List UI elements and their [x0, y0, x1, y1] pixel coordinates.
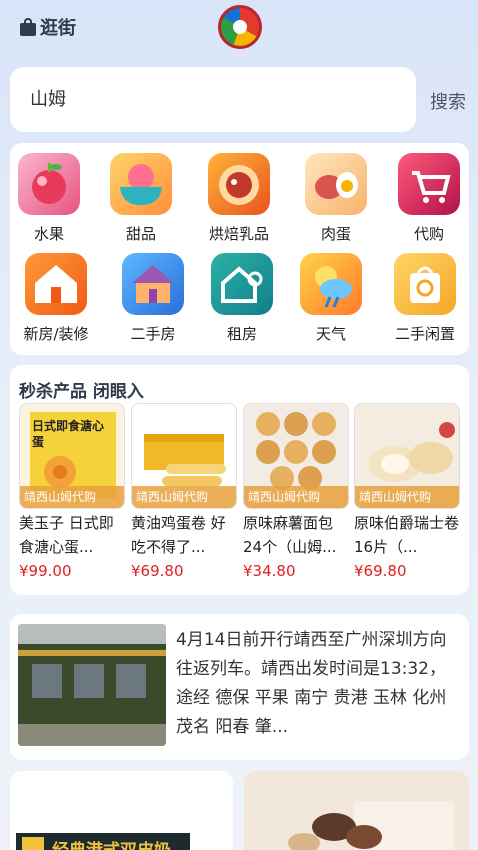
category-rent[interactable]: 租房	[197, 253, 287, 344]
house-news-icon	[25, 253, 87, 315]
category-label: 肉蛋	[320, 225, 351, 243]
category-label: 新房/装修	[23, 325, 89, 343]
product-tag: 靖西山姆代购	[244, 486, 348, 508]
brand[interactable]: 逛街	[20, 14, 76, 40]
recycle-bag-icon	[394, 253, 456, 315]
product-name: 原味伯爵瑞士卷 16片（...	[354, 514, 460, 556]
product-price: ¥69.80	[131, 562, 184, 580]
meat-egg-icon	[305, 153, 367, 215]
product-image: 靖西山姆代购	[243, 403, 349, 509]
dessert-bowl-icon	[110, 153, 172, 215]
house-key-icon	[211, 253, 273, 315]
category-label: 天气	[315, 325, 346, 343]
product-price: ¥99.00	[19, 562, 72, 580]
news-text: 4月14日前开行靖西至广州深圳方向往返列车。靖西出发时间是13:32，途经 德保…	[176, 630, 447, 737]
category-label: 二手闲置	[394, 325, 455, 343]
product-image: 日式即食溏心蛋 靖西山姆代购	[19, 403, 125, 509]
search-input[interactable]	[30, 87, 390, 108]
category-second-hand-house[interactable]: 二手房	[108, 253, 198, 344]
category-label: 代购	[413, 225, 444, 243]
product-image-text: 日式即食溏心蛋	[32, 419, 105, 449]
category-label: 烘焙乳品	[208, 225, 269, 243]
category-proxy-buy[interactable]: 代购	[384, 153, 474, 244]
bottom-card-right[interactable]	[244, 771, 469, 850]
product-card[interactable]: 日式即食溏心蛋 靖西山姆代购 美玉子 日式即食溏心蛋... ¥99.00	[19, 403, 125, 580]
category-bakery[interactable]: 烘焙乳品	[194, 153, 284, 244]
category-grid: 水果 甜品 烘焙乳品 肉蛋 代购 新房/装修 二手房 租房 天气 二手闲置	[10, 143, 469, 355]
product-price: ¥69.80	[354, 562, 407, 580]
category-new-house[interactable]: 新房/装修	[11, 253, 101, 344]
pie-icon	[208, 153, 270, 215]
category-label: 租房	[226, 325, 257, 343]
promo-badge	[22, 837, 44, 850]
category-second-hand-goods[interactable]: 二手闲置	[380, 253, 470, 344]
product-tag: 靖西山姆代购	[20, 486, 124, 508]
product-price: ¥34.80	[243, 562, 296, 580]
flash-sale-section: 秒杀产品 闭眼入 日式即食溏心蛋 靖西山姆代购 美玉子 日式即食溏心蛋... ¥…	[10, 365, 469, 595]
promo-banner-text: 经典港式双皮奶	[52, 836, 171, 850]
category-weather[interactable]: 天气	[286, 253, 376, 344]
category-label: 二手房	[130, 325, 176, 343]
news-image	[18, 624, 166, 746]
bottom-card-left[interactable]: 经典港式双皮奶	[10, 771, 233, 850]
brand-label: 逛街	[40, 18, 76, 39]
news-card[interactable]: 4月14日前开行靖西至广州深圳方向往返列车。靖西出发时间是13:32，途经 德保…	[10, 614, 469, 760]
shopping-cart-icon	[398, 153, 460, 215]
product-card[interactable]: 靖西山姆代购 原味麻薯面包 24个（山姆... ¥34.80	[243, 403, 349, 580]
top-bar: 逛街	[0, 0, 478, 56]
product-name: 原味麻薯面包 24个（山姆...	[243, 514, 337, 556]
house-icon	[122, 253, 184, 315]
category-fruit[interactable]: 水果	[4, 153, 94, 244]
app-logo-icon	[218, 5, 262, 49]
product-tag: 靖西山姆代购	[132, 486, 236, 508]
product-name: 美玉子 日式即食溏心蛋...	[19, 514, 114, 556]
product-tag: 靖西山姆代购	[355, 486, 459, 508]
search-button[interactable]: 搜索	[430, 88, 466, 114]
section-title: 秒杀产品 闭眼入	[19, 382, 144, 402]
category-label: 甜品	[125, 225, 156, 243]
product-image: 靖西山姆代购	[131, 403, 237, 509]
weather-icon	[300, 253, 362, 315]
search-box[interactable]	[10, 67, 416, 132]
product-name: 黄油鸡蛋卷 好吃不得了...	[131, 514, 226, 556]
product-card[interactable]: 靖西山姆代购 原味伯爵瑞士卷 16片（... ¥69.80	[354, 403, 460, 580]
category-meat-egg[interactable]: 肉蛋	[291, 153, 381, 244]
apple-icon	[18, 153, 80, 215]
category-dessert[interactable]: 甜品	[96, 153, 186, 244]
shopping-bag-icon	[20, 18, 36, 36]
category-label: 水果	[33, 225, 64, 243]
product-image: 靖西山姆代购	[354, 403, 460, 509]
product-card[interactable]: 靖西山姆代购 黄油鸡蛋卷 好吃不得了... ¥69.80	[131, 403, 237, 580]
